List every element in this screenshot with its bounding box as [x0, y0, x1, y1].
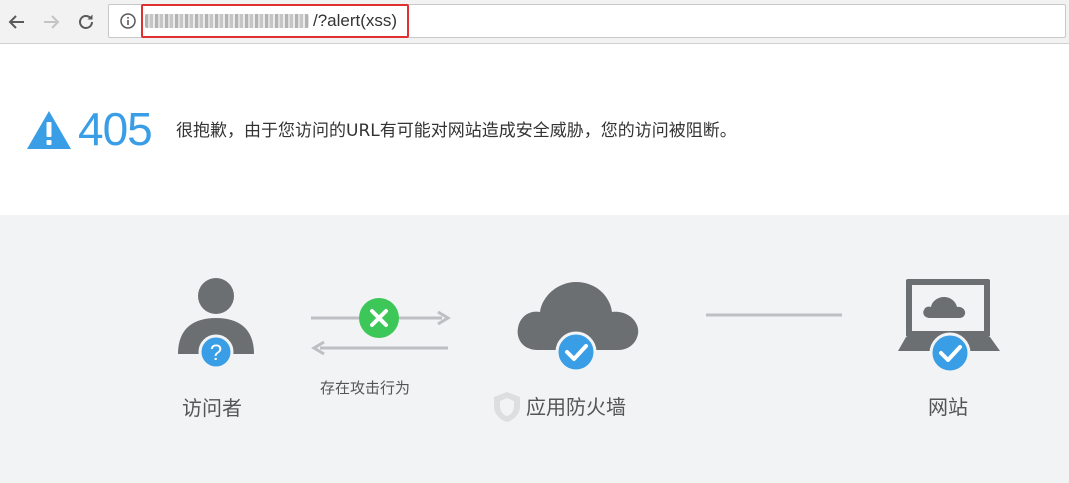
url-highlight-box [141, 4, 409, 38]
arrow-left-icon [8, 15, 24, 29]
visitor-label: 访问者 [182, 396, 242, 420]
info-icon[interactable] [120, 13, 136, 29]
address-bar[interactable]: /?alert(xss) [108, 4, 1066, 38]
website-label: 网站 [928, 395, 968, 419]
cloud-icon [517, 282, 639, 373]
visitor-icon: ? [178, 278, 254, 368]
back-button[interactable] [4, 9, 30, 35]
error-message: 很抱歉，由于您访问的URL有可能对网站造成安全威胁，您的访问被阻断。 [176, 121, 737, 141]
arrow-right-icon [44, 15, 60, 29]
error-code: 405 [78, 103, 153, 155]
reload-icon [79, 14, 93, 29]
laptop-icon [898, 279, 1000, 374]
svg-text:?: ? [210, 340, 222, 365]
browser-toolbar: /?alert(xss) [0, 0, 1069, 44]
firewall-label: 应用防火墙 [526, 395, 626, 419]
forward-button[interactable] [38, 9, 64, 35]
connection-line [706, 313, 842, 317]
blocked-x-icon [359, 298, 399, 338]
attack-label: 存在攻击行为 [320, 379, 411, 397]
reload-button[interactable] [73, 9, 99, 35]
warning-icon [27, 111, 71, 149]
shield-icon [494, 392, 520, 422]
